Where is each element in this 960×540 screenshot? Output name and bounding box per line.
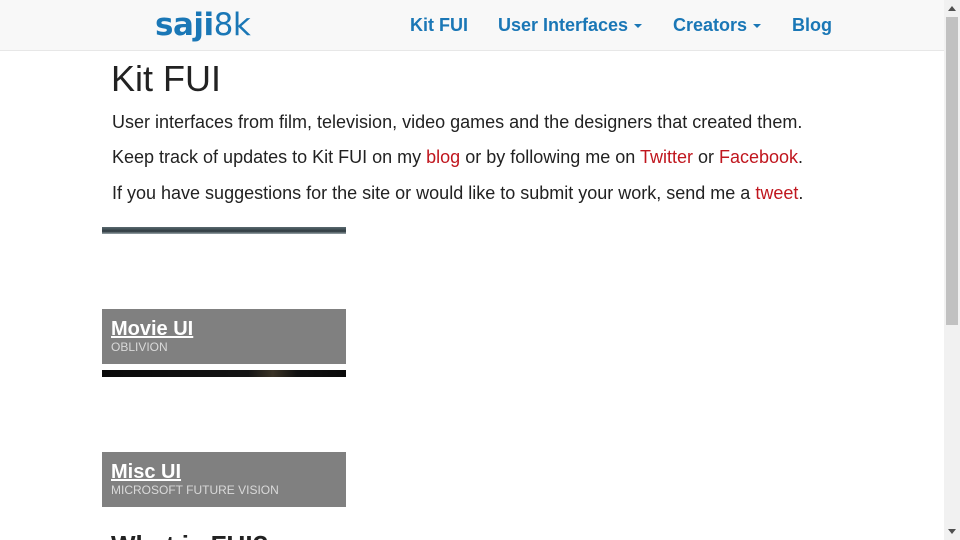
scrollbar-thumb[interactable] bbox=[946, 17, 958, 325]
nav-creators[interactable]: Creators bbox=[673, 0, 762, 50]
scroll-down-arrow-icon[interactable] bbox=[948, 529, 956, 534]
card-title-link[interactable]: Movie UI bbox=[111, 318, 346, 340]
logo-text-primary: saji bbox=[155, 7, 214, 43]
updates-text-part: Keep track of updates to Kit FUI on my bbox=[112, 147, 427, 167]
vertical-scrollbar[interactable] bbox=[944, 0, 960, 540]
nav-blog-label[interactable]: Blog bbox=[792, 15, 832, 36]
site-logo[interactable]: saji8k bbox=[155, 6, 251, 44]
nav-user-interfaces-label[interactable]: User Interfaces bbox=[498, 15, 628, 36]
nav-creators-label[interactable]: Creators bbox=[673, 15, 747, 36]
tweet-link[interactable]: tweet bbox=[755, 183, 798, 203]
card-subtitle: OBLIVION bbox=[111, 340, 168, 354]
updates-text: Keep track of updates to Kit FUI on my b… bbox=[112, 146, 803, 168]
updates-text-part: or bbox=[692, 147, 719, 167]
nav-kit-fui-label[interactable]: Kit FUI bbox=[410, 15, 468, 36]
suggest-text: If you have suggestions for the site or … bbox=[112, 182, 803, 204]
nav-blog[interactable]: Blog bbox=[792, 0, 832, 50]
section-heading: What is FUI? bbox=[111, 530, 268, 540]
twitter-link[interactable]: Twitter bbox=[640, 147, 693, 167]
suggest-text-part: . bbox=[798, 183, 804, 203]
card-title-link[interactable]: Misc UI bbox=[111, 461, 346, 483]
chevron-down-icon bbox=[753, 24, 762, 28]
nav-user-interfaces[interactable]: User Interfaces bbox=[498, 0, 643, 50]
facebook-link[interactable]: Facebook bbox=[719, 147, 798, 167]
scroll-up-arrow-icon[interactable] bbox=[948, 6, 956, 11]
page-title: Kit FUI bbox=[111, 58, 222, 99]
card-caption: Movie UI OBLIVION bbox=[102, 309, 346, 364]
card-subtitle: MICROSOFT FUTURE VISION bbox=[111, 483, 279, 497]
top-navbar: saji8k Kit FUI User Interfaces Creators … bbox=[0, 0, 944, 51]
updates-text-part: or by following me on bbox=[460, 147, 640, 167]
nav-kit-fui[interactable]: Kit FUI bbox=[410, 0, 468, 50]
card-caption: Misc UI MICROSOFT FUTURE VISION bbox=[102, 452, 346, 507]
card-thumbnail-strip bbox=[102, 227, 346, 234]
card-thumbnail-strip bbox=[102, 370, 346, 377]
logo-text-secondary: 8k bbox=[213, 7, 251, 43]
suggest-text-part: If you have suggestions for the site or … bbox=[112, 183, 756, 203]
chevron-down-icon bbox=[634, 24, 643, 28]
updates-text-part: . bbox=[798, 147, 804, 167]
blog-link[interactable]: blog bbox=[426, 147, 460, 167]
intro-text: User interfaces from film, television, v… bbox=[112, 112, 803, 132]
